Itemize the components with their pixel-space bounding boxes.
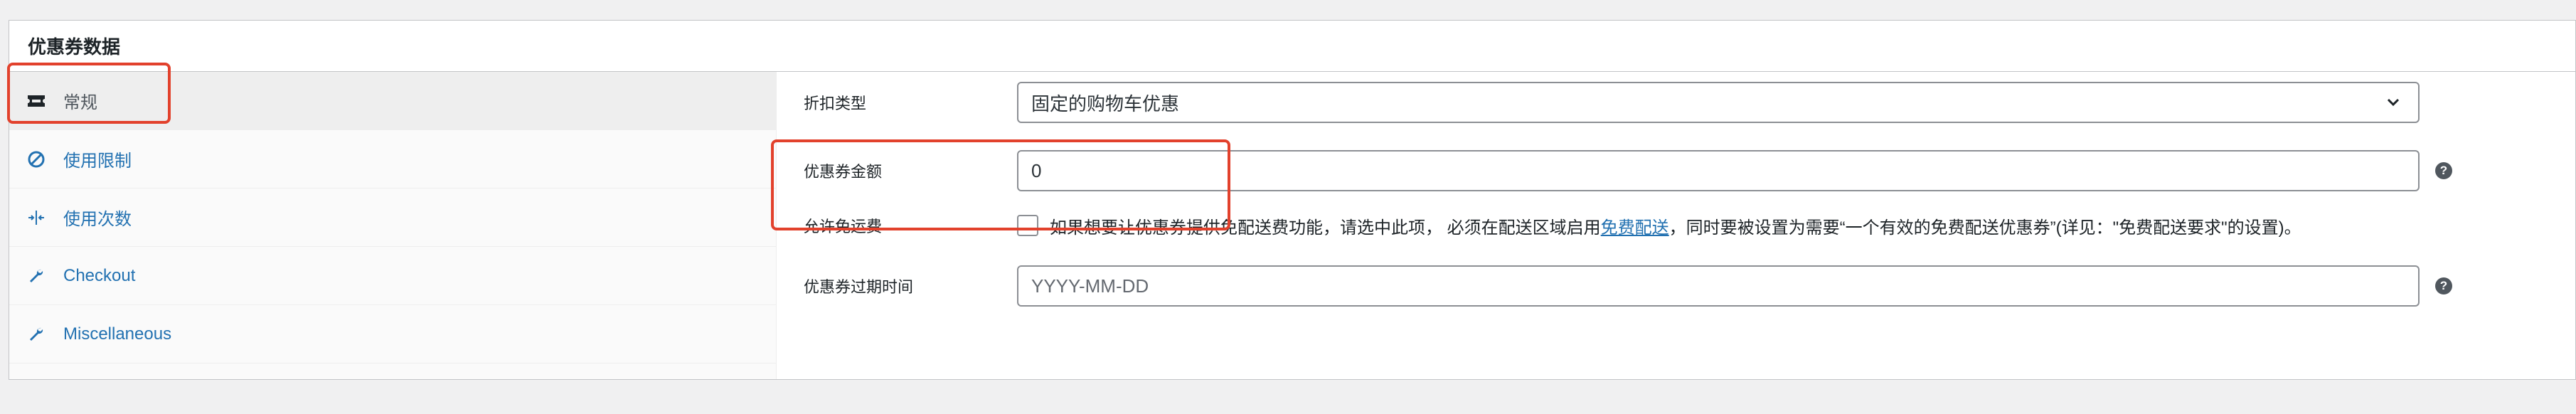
tab-miscellaneous[interactable]: Miscellaneous [9,305,776,363]
chevron-down-icon [2384,93,2402,112]
tab-label: 使用限制 [63,152,132,171]
discount-type-select[interactable]: 固定的购物车优惠 [1017,82,2420,123]
split-icon [25,206,48,229]
amount-row: 优惠券金额 0 ? [777,150,2575,191]
general-options: 折扣类型 固定的购物车优惠 优惠券金额 0 ? 允许免运费 如果想要让优惠券提供… [777,72,2575,379]
ban-icon [25,148,48,171]
expiry-date-input[interactable]: YYYY-MM-DD [1017,265,2420,307]
tab-label: 常规 [63,93,97,112]
panel-header: 优惠券数据 [9,21,2575,72]
free-shipping-checkbox[interactable] [1017,215,1038,236]
free-shipping-label: 允许免运费 [804,218,883,235]
amount-label: 优惠券金额 [804,163,883,181]
wrench-icon [25,265,48,287]
ticket-icon [25,90,48,112]
expiry-row: 优惠券过期时间 YYYY-MM-DD ? [777,265,2575,307]
free-shipping-link[interactable]: 免费配送 [1601,218,1669,238]
tab-general[interactable]: 常规 [9,72,776,130]
coupon-tabs: 常规 使用限制 使用次数 Checkout Miscellaneous [9,72,777,379]
tab-label: Checkout [63,265,136,285]
coupon-data-panel: 优惠券数据 常规 使用限制 使用次数 Checkout Miscellaneou… [9,20,2576,380]
free-shipping-row: 允许免运费 如果想要让优惠券提供免配送费功能，请选中此项， 必须在配送区域启用免… [777,211,2575,240]
help-icon[interactable]: ? [2435,277,2452,294]
discount-type-value: 固定的购物车优惠 [1031,92,1180,115]
amount-value: 0 [1031,159,1042,181]
panel-title: 优惠券数据 [28,36,121,58]
tab-usage-restriction[interactable]: 使用限制 [9,130,776,189]
help-icon[interactable]: ? [2435,162,2452,179]
tab-label: 使用次数 [63,210,132,229]
expiry-label: 优惠券过期时间 [804,278,914,296]
amount-input[interactable]: 0 [1017,150,2420,191]
tab-checkout[interactable]: Checkout [9,247,776,305]
wrench-icon [25,323,48,346]
tab-usage-limits[interactable]: 使用次数 [9,189,776,247]
discount-type-label: 折扣类型 [804,95,867,112]
discount-type-row: 折扣类型 固定的购物车优惠 [777,82,2575,123]
expiry-placeholder: YYYY-MM-DD [1031,275,1149,297]
panel-body: 常规 使用限制 使用次数 Checkout Miscellaneous 折扣类型… [9,72,2575,379]
free-shipping-description: 如果想要让优惠券提供免配送费功能，请选中此项， 必须在配送区域启用免费配送，同时… [1050,218,2301,238]
tab-label: Miscellaneous [63,324,172,344]
